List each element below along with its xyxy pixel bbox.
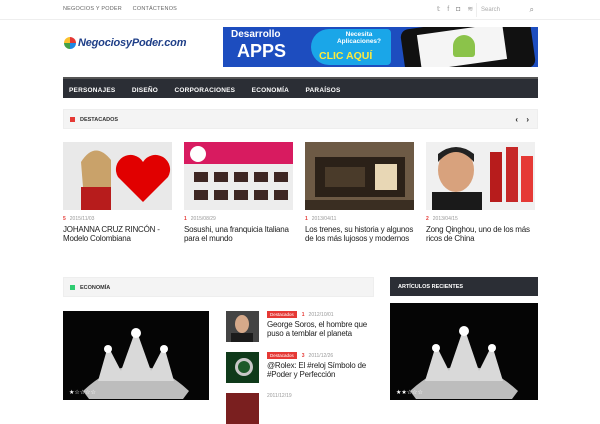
banner-line1: Desarrollo [231,29,281,40]
rss-icon[interactable]: ≋ [467,6,473,13]
banner-line2: APPS [237,41,287,61]
card-title[interactable]: JOHANNA CRUZ RINCÓN - Modelo Colombiana [63,225,172,243]
item-thumbnail[interactable] [226,393,259,424]
economia-header: ECONOMÍA [63,277,374,297]
featured-card[interactable]: 1 2013/04/11 Los trenes, su historia y al… [305,142,414,243]
card-meta: 2 2013/04/15 [426,216,535,222]
top-link-negocios[interactable]: NEGOCIOS Y PODER [63,6,122,12]
comment-count[interactable]: 3 [302,353,305,359]
carousel-arrows: ‹ › [509,115,529,124]
twitter-icon[interactable]: 𝕥 [437,6,440,13]
card-title[interactable]: Zong Qinghou, uno de los más ricos de Ch… [426,225,535,243]
destacados-header: DESTACADOS ‹ › [63,109,538,129]
logo-text: NegociosyPoder.com [78,37,187,49]
soros-image [226,311,259,342]
card-date: 2013/04/11 [311,216,337,222]
card-date: 2013/04/15 [432,216,458,222]
comment-count[interactable]: 1 [184,216,187,222]
nav-item-paraisos[interactable]: PARAÍSOS [299,81,346,94]
android-icon [453,35,475,57]
rolex-image [226,352,259,383]
main-nav: PERSONAJES DISEÑO CORPORACIONES ECONOMÍA… [63,77,538,98]
card-meta: 1 2013/04/11 [305,216,414,222]
card-date: 2015/11/03 [69,216,95,222]
sidebar-title: ARTÍCULOS RECIENTES [390,277,538,296]
sushi-image [184,142,293,210]
prev-arrow-icon[interactable]: ‹ [515,115,518,124]
recent-article-image[interactable]: ★★☆☆☆ [390,303,538,400]
site-logo[interactable]: NegociosyPoder.com [64,35,186,51]
section-marker [70,285,75,290]
section-marker [70,117,75,122]
comment-count[interactable]: 2 [426,216,429,222]
item-title[interactable]: George Soros, el hombre que puso a tembl… [267,320,377,338]
facebook-icon[interactable]: f [447,6,449,13]
instagram-icon[interactable]: ◘ [456,6,460,13]
card-title[interactable]: Los trenes, su historia y algunos de los… [305,225,414,243]
comment-count[interactable]: 1 [305,216,308,222]
nav-item-personajes[interactable]: PERSONAJES [63,81,121,94]
top-links: NEGOCIOS Y PODER CONTÁCTENOS [63,6,186,12]
tiara-image [63,311,209,400]
search-icon[interactable]: ⌕ [530,5,534,15]
category-badge[interactable]: Destacados [267,352,297,359]
featured-card[interactable]: 1 2015/08/29 Sosushi, una franquicia Ital… [184,142,293,243]
section-title: DESTACADOS [80,117,119,123]
woman-heart-image [63,142,172,210]
banner-cta[interactable]: CLIC AQUÍ [319,50,372,62]
card-image[interactable] [426,142,535,210]
ad-banner[interactable]: Desarrollo APPS Necesita Aplicaciones? C… [223,27,538,67]
social-icons: 𝕥 f ◘ ≋ [437,5,478,13]
category-badge[interactable]: Destacados [267,311,297,318]
card-image[interactable] [184,142,293,210]
next-arrow-icon[interactable]: › [526,115,529,124]
item-date: 2011/12/26 [308,353,334,359]
item-thumbnail[interactable] [226,352,259,383]
banner-pill-text: Necesita Aplicaciones? [336,31,382,45]
card-date: 2015/08/29 [190,216,216,222]
search-placeholder: Search [481,7,501,13]
top-bar: NEGOCIOS Y PODER CONTÁCTENOS 𝕥 f ◘ ≋ Sea… [0,0,600,20]
tiara-image [390,303,538,400]
item-date: 2011/12/19 [267,393,292,399]
nav-item-economia[interactable]: ECONOMÍA [246,81,295,94]
section-title: ECONOMÍA [80,285,111,291]
featured-card[interactable]: 2 2013/04/15 Zong Qinghou, uno de los más… [426,142,535,243]
card-meta: 1 2015/08/29 [184,216,293,222]
economia-main-image[interactable]: ★☆☆☆☆ [63,311,209,400]
item-title[interactable]: @Rolex: El #reloj Símbolo de #Poder y Pe… [267,361,377,379]
rating-stars: ★☆☆☆☆ [69,390,96,396]
card-meta: 5 2015/11/03 [63,216,172,222]
card-image[interactable] [305,142,414,210]
rating-stars: ★★☆☆☆ [396,390,423,396]
item-thumbnail[interactable] [226,311,259,342]
comment-count[interactable]: 5 [63,216,66,222]
nav-item-diseno[interactable]: DISEÑO [126,81,164,94]
card-image[interactable] [63,142,172,210]
item-date: 2012/10/01 [308,312,334,318]
featured-card[interactable]: 5 2015/11/03 JOHANNA CRUZ RINCÓN - Modelo… [63,142,172,243]
train-image [305,142,414,210]
comment-count[interactable]: 1 [302,312,305,318]
top-link-contacto[interactable]: CONTÁCTENOS [133,6,177,12]
search-input[interactable]: Search ⌕ [476,3,538,17]
nav-item-corporaciones[interactable]: CORPORACIONES [168,81,241,94]
card-title[interactable]: Sosushi, una franquicia Italiana para el… [184,225,293,243]
zong-qinghou-image [426,142,535,210]
logo-mark-icon [64,37,76,49]
